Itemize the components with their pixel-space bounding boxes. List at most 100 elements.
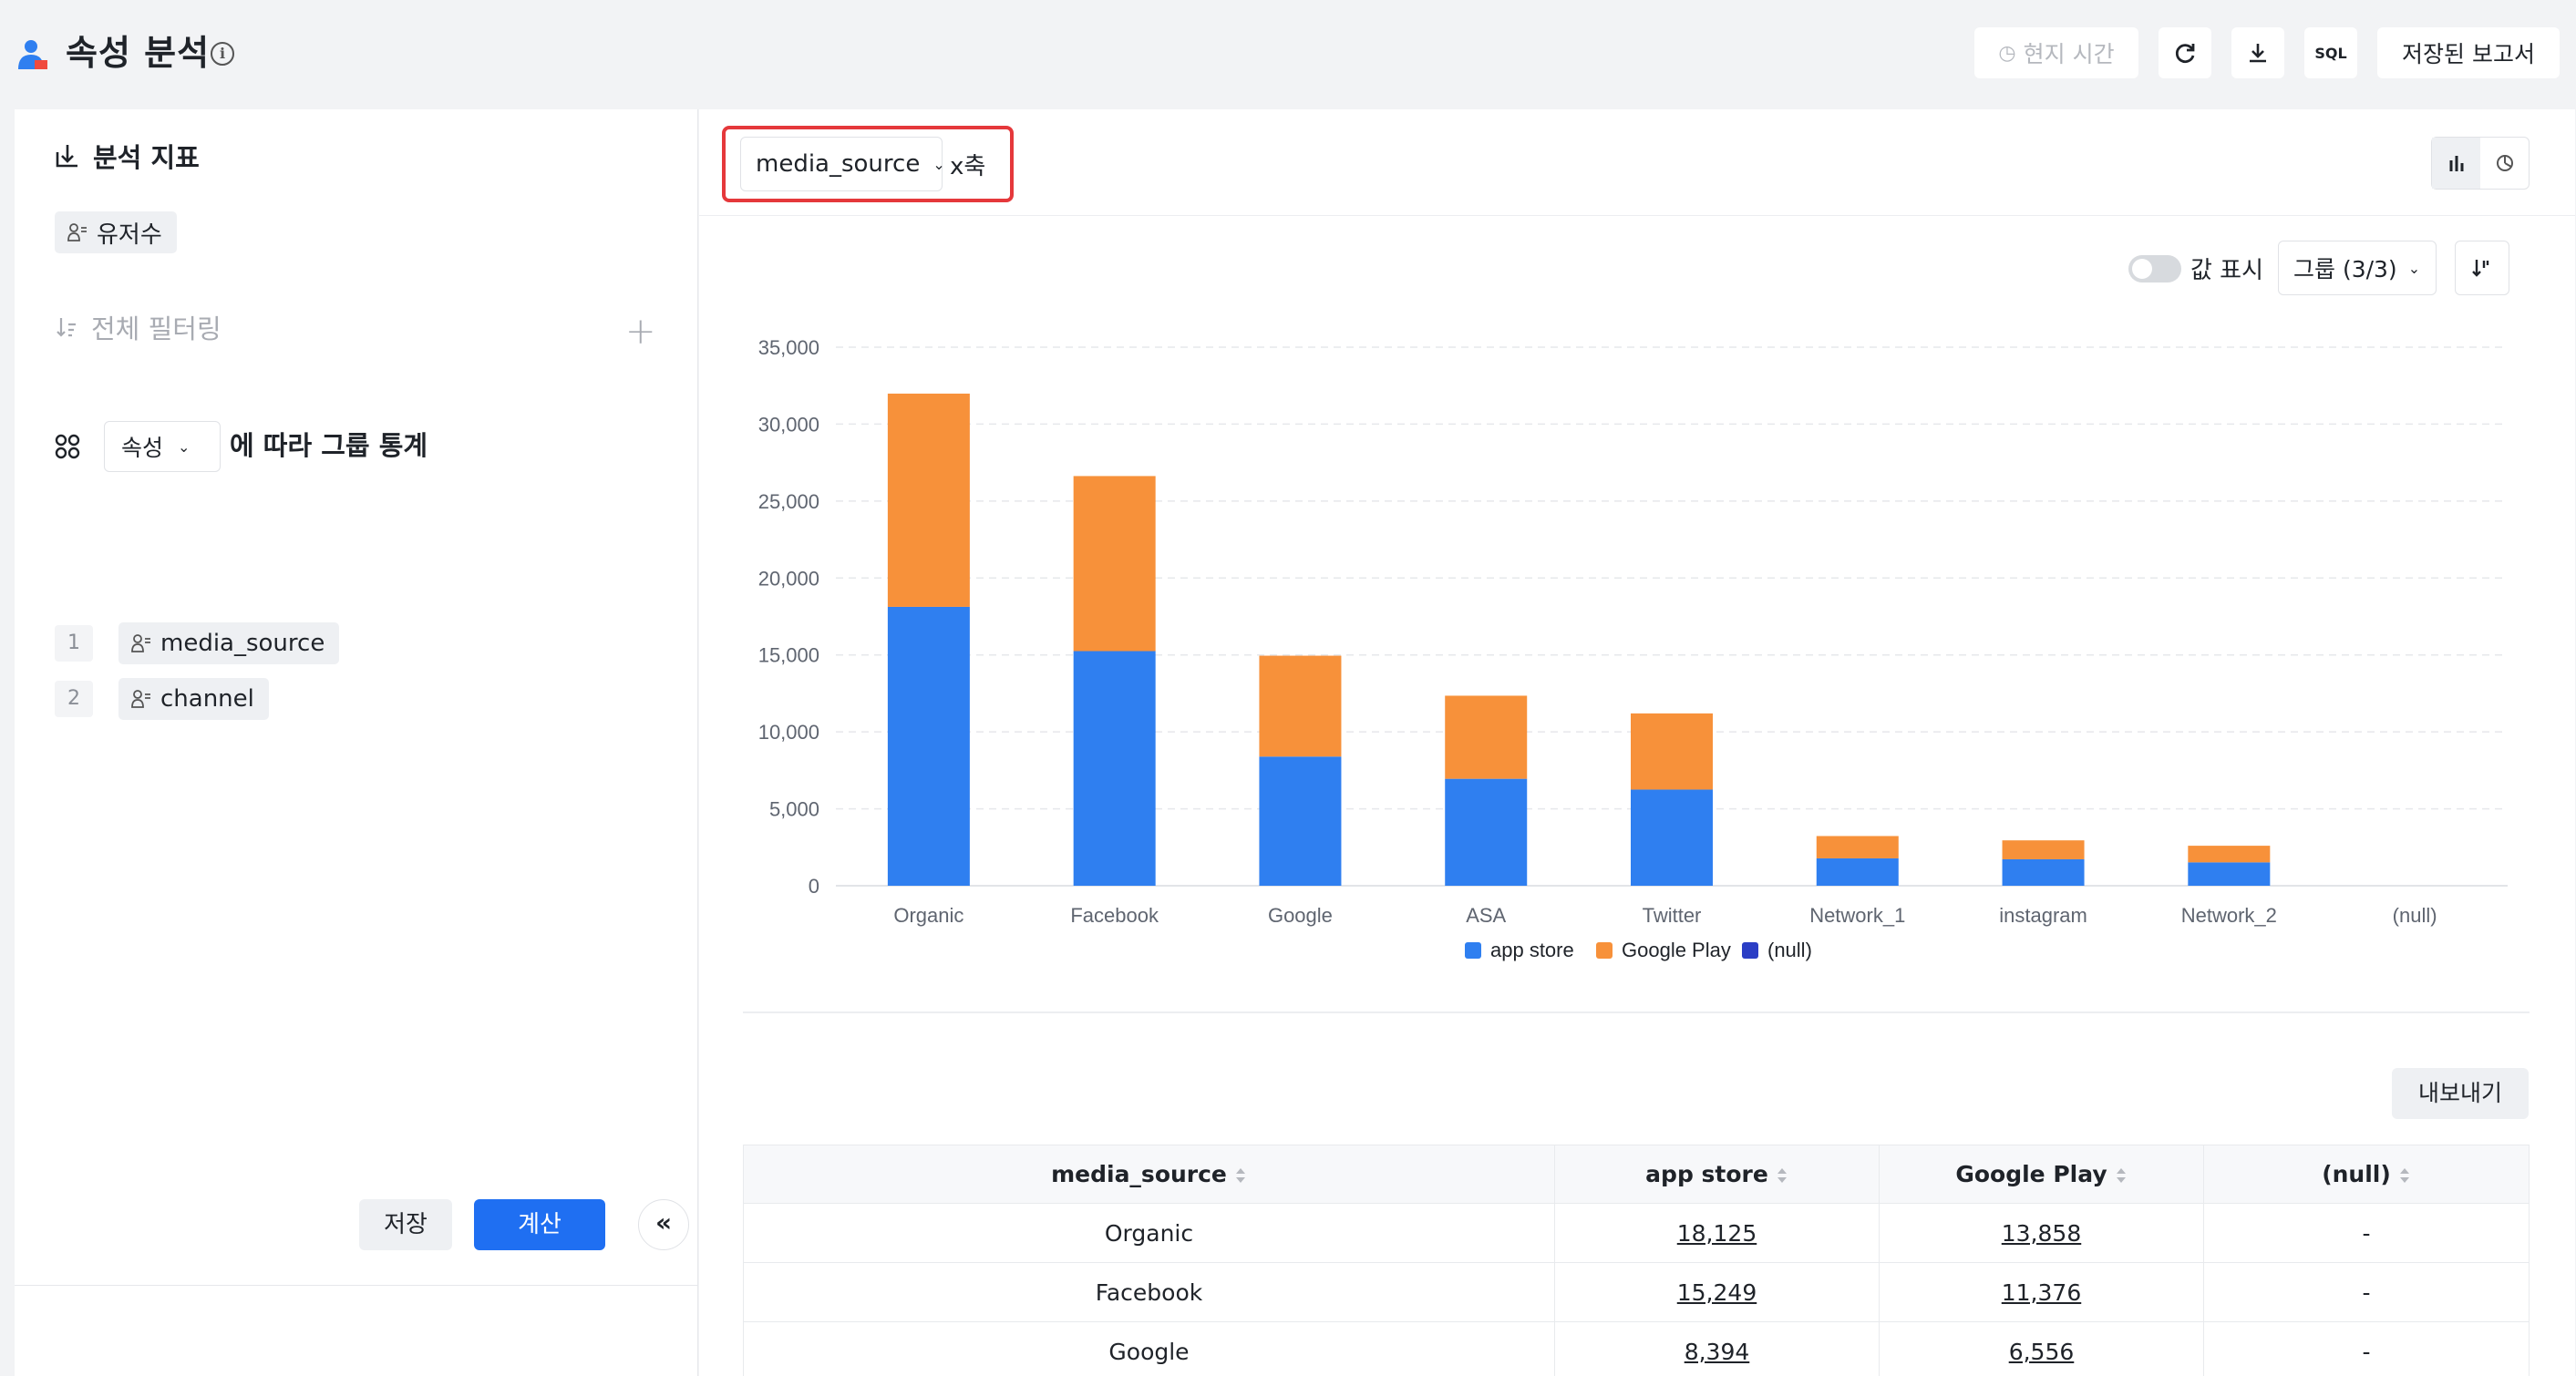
legend-swatch[interactable]	[1742, 942, 1758, 959]
bar-segment[interactable]	[1816, 836, 1899, 858]
x-axis-select[interactable]: media_source ⌄	[740, 137, 945, 191]
bar-segment[interactable]	[1259, 655, 1342, 757]
y-tick-label: 15,000	[758, 644, 819, 667]
bar-segment[interactable]	[2002, 858, 2085, 886]
group-index: 2	[55, 681, 93, 717]
table-row: Organic 18,125 13,858 -	[743, 1203, 2530, 1263]
table-cell-link[interactable]: 8,394	[1554, 1321, 1880, 1376]
bar-segment[interactable]	[2002, 840, 2085, 859]
collapse-panel-button[interactable]: «	[638, 1199, 689, 1250]
table-cell-link[interactable]: 13,858	[1879, 1203, 2204, 1263]
bar-segment[interactable]	[2188, 862, 2271, 886]
column-header-media-source[interactable]: media_source	[743, 1145, 1555, 1204]
group-type-value: 속성	[121, 435, 164, 461]
group-chip-channel[interactable]: channel	[118, 678, 269, 720]
y-tick-label: 0	[809, 875, 819, 898]
y-tick-label: 35,000	[758, 336, 819, 359]
value-display-toggle[interactable]	[2128, 255, 2181, 282]
group-chip-label: media_source	[160, 630, 325, 657]
right-panel: media_source ⌄ x축 값 표시 그룹 (3/3) ⌄ 0 5,000…	[699, 109, 2575, 1376]
x-tick-label: Facebook	[1070, 904, 1159, 927]
column-header-label: app store	[1645, 1161, 1768, 1187]
table-cell-link[interactable]: 15,249	[1554, 1262, 1880, 1322]
table-cell: -	[2203, 1203, 2530, 1263]
clock-icon: ◷	[1998, 41, 2016, 65]
user-attribute-icon	[131, 690, 150, 708]
pie-chart-icon	[2496, 155, 2513, 171]
save-button[interactable]: 저장	[359, 1199, 452, 1250]
metric-chip-users[interactable]: 유저수	[55, 211, 177, 253]
x-tick-label: Twitter	[1643, 904, 1702, 927]
column-header-label: (null)	[2322, 1161, 2391, 1187]
legend-label[interactable]: app store	[1490, 939, 1574, 961]
chevron-down-icon: ⌄	[933, 155, 945, 173]
bar-segment[interactable]	[1445, 778, 1528, 886]
column-header-google-play[interactable]: Google Play	[1879, 1145, 2204, 1204]
bar-segment[interactable]	[1259, 756, 1342, 886]
sort-arrows-icon	[2399, 1168, 2409, 1183]
add-filter-icon[interactable]: +	[625, 313, 656, 350]
sql-label: SQL	[2314, 44, 2347, 62]
sort-button[interactable]	[2455, 241, 2509, 295]
bar-chart-icon	[2449, 156, 2463, 171]
bar-chart-button[interactable]	[2432, 138, 2480, 189]
table-header-row: media_source app store Google Play (null…	[743, 1145, 2530, 1204]
saved-reports-label: 저장된 보고서	[2402, 41, 2535, 67]
bar-segment[interactable]	[887, 606, 970, 886]
chart-table-divider	[743, 1011, 2530, 1013]
column-header-app-store[interactable]: app store	[1554, 1145, 1880, 1204]
column-header-null[interactable]: (null)	[2203, 1145, 2530, 1204]
legend-swatch[interactable]	[1596, 942, 1613, 959]
table-cell-link[interactable]: 18,125	[1554, 1203, 1880, 1263]
chart-type-toggle	[2431, 137, 2530, 190]
group-type-select[interactable]: 속성 ⌄	[104, 421, 221, 472]
bar-segment[interactable]	[2188, 846, 2271, 863]
stacked-bar-chart: 0 5,000 10,000 15,000 20,000 25,000 30,000 35,0…	[758, 336, 2508, 961]
local-time-button[interactable]: ◷ 현지 시간	[1974, 27, 2138, 78]
table-cell: Google	[743, 1321, 1555, 1376]
group-filter-value: 그룹 (3/3)	[2293, 256, 2397, 282]
bar-segment[interactable]	[1445, 695, 1528, 779]
sort-arrows-icon	[2116, 1168, 2126, 1183]
pie-chart-button[interactable]	[2480, 138, 2529, 189]
x-tick-label: Organic	[893, 904, 963, 927]
group-chip-media-source[interactable]: media_source	[118, 622, 340, 664]
bar-segment[interactable]	[1816, 857, 1899, 886]
sql-button[interactable]: SQL	[2304, 27, 2357, 78]
y-tick-label: 20,000	[758, 567, 819, 590]
x-tick-label: Google	[1268, 904, 1333, 927]
bar-segment[interactable]	[1631, 789, 1713, 886]
sort-arrows-icon	[1235, 1168, 1245, 1183]
calculate-button[interactable]: 계산	[474, 1199, 605, 1250]
table-row: Google 8,394 6,556 -	[743, 1321, 2530, 1376]
chevron-down-icon: ⌄	[178, 437, 191, 456]
legend-label[interactable]: (null)	[1767, 939, 1812, 961]
local-time-label: 현지 시간	[2023, 41, 2115, 67]
y-tick-label: 30,000	[758, 413, 819, 436]
download-button[interactable]	[2231, 27, 2284, 78]
column-header-label: Google Play	[1955, 1161, 2107, 1187]
bar-segment[interactable]	[1073, 651, 1156, 886]
saved-reports-button[interactable]: 저장된 보고서	[2377, 27, 2560, 78]
table-cell: Organic	[743, 1203, 1555, 1263]
table-cell: Facebook	[743, 1262, 1555, 1322]
legend-label[interactable]: Google Play	[1622, 939, 1731, 961]
table-cell-link[interactable]: 11,376	[1879, 1262, 2204, 1322]
y-tick-label: 10,000	[758, 721, 819, 744]
info-icon[interactable]: i	[211, 42, 234, 66]
user-attribute-icon	[131, 634, 150, 652]
group-chip-label: channel	[160, 685, 254, 713]
table-row: Facebook 15,249 11,376 -	[743, 1262, 2530, 1322]
group-icon	[55, 434, 80, 459]
legend-swatch[interactable]	[1465, 942, 1481, 959]
bar-segment[interactable]	[1073, 476, 1156, 652]
bar-segment[interactable]	[1631, 713, 1713, 790]
left-bottom-bar	[15, 1285, 698, 1376]
export-button[interactable]: 내보내기	[2392, 1068, 2529, 1119]
group-filter-select[interactable]: 그룹 (3/3) ⌄	[2278, 241, 2437, 295]
filter-sort-icon	[57, 318, 76, 337]
user-analysis-icon	[18, 40, 47, 69]
table-cell-link[interactable]: 6,556	[1879, 1321, 2204, 1376]
bar-segment[interactable]	[887, 393, 970, 607]
refresh-button[interactable]	[2159, 27, 2211, 78]
